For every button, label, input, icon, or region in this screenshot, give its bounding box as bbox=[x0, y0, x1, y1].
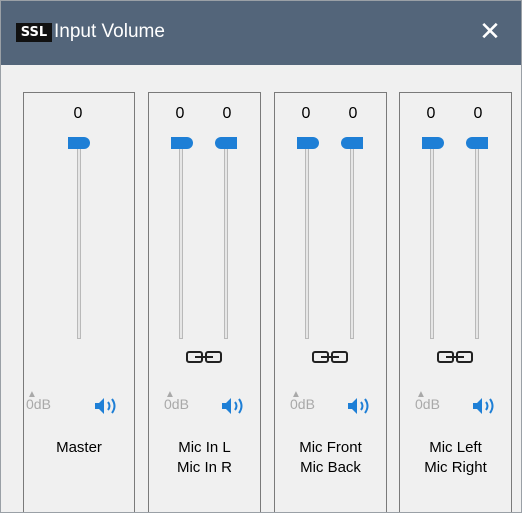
link-channels-icon[interactable] bbox=[186, 350, 222, 364]
volume-slider-track[interactable] bbox=[77, 143, 81, 339]
link-channels-icon[interactable] bbox=[312, 350, 348, 364]
volume-slider-thumb-left[interactable] bbox=[422, 137, 444, 149]
volume-value-left: 0 bbox=[426, 105, 436, 122]
speaker-icon[interactable] bbox=[219, 395, 249, 417]
volume-value: 0 bbox=[73, 105, 83, 122]
close-button[interactable]: ✕ bbox=[473, 15, 507, 49]
volume-value-right: 0 bbox=[348, 105, 358, 122]
channel-panel-mic-left-right: 0 0 ▲ 0dB Mic Left Mic Right bbox=[399, 92, 512, 512]
channel-label: Mic Left Mic Right bbox=[424, 439, 487, 476]
volume-slider-thumb-left[interactable] bbox=[171, 137, 193, 149]
link-channels-icon[interactable] bbox=[437, 350, 473, 364]
volume-slider-thumb[interactable] bbox=[68, 137, 90, 149]
volume-slider-track-right[interactable] bbox=[350, 143, 354, 339]
ssl-logo: SSL bbox=[16, 23, 52, 42]
db-indicator: 0dB bbox=[415, 396, 440, 412]
speaker-icon[interactable] bbox=[92, 395, 122, 417]
window-title: Input Volume bbox=[54, 21, 165, 42]
title-bar[interactable]: SSL Input Volume ✕ bbox=[1, 1, 521, 65]
volume-slider-thumb-left[interactable] bbox=[297, 137, 319, 149]
volume-slider-track-left[interactable] bbox=[179, 143, 183, 339]
volume-value-right: 0 bbox=[473, 105, 483, 122]
db-indicator: 0dB bbox=[26, 396, 51, 412]
channel-label: Master bbox=[56, 439, 102, 456]
volume-slider-track-left[interactable] bbox=[430, 143, 434, 339]
volume-value-right: 0 bbox=[222, 105, 232, 122]
volume-slider-thumb-right[interactable] bbox=[215, 137, 237, 149]
speaker-icon[interactable] bbox=[345, 395, 375, 417]
channel-label: Mic In L Mic In R bbox=[176, 439, 232, 476]
db-indicator: 0dB bbox=[164, 396, 189, 412]
volume-slider-thumb-right[interactable] bbox=[466, 137, 488, 149]
volume-value-left: 0 bbox=[301, 105, 311, 122]
input-volume-window: SSL Input Volume ✕ 0 ▲ 0dB Master 0 0 ▲ … bbox=[0, 0, 522, 513]
channel-panel-master: 0 ▲ 0dB Master bbox=[23, 92, 135, 512]
channel-panel-mic-in: 0 0 ▲ 0dB Mic In L Mic In R bbox=[148, 92, 261, 512]
volume-slider-track-right[interactable] bbox=[475, 143, 479, 339]
channel-label: Mic Front Mic Back bbox=[299, 439, 362, 476]
volume-slider-track-left[interactable] bbox=[305, 143, 309, 339]
channel-panel-mic-front-back: 0 0 ▲ 0dB Mic Front Mic Back bbox=[274, 92, 387, 512]
db-indicator: 0dB bbox=[290, 396, 315, 412]
speaker-icon[interactable] bbox=[470, 395, 500, 417]
volume-slider-track-right[interactable] bbox=[224, 143, 228, 339]
volume-value-left: 0 bbox=[175, 105, 185, 122]
volume-slider-thumb-right[interactable] bbox=[341, 137, 363, 149]
